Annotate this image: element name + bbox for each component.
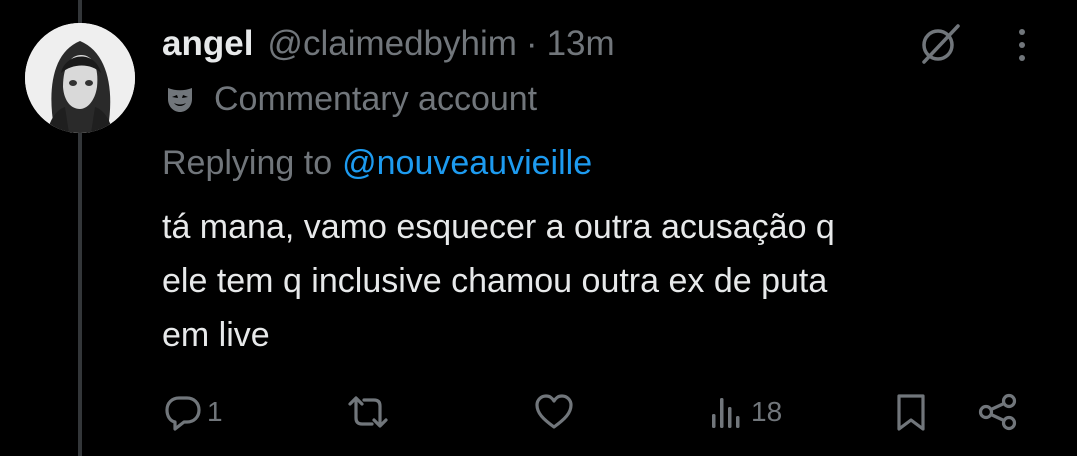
share-icon: [978, 393, 1017, 431]
retweet-button[interactable]: [344, 385, 396, 439]
replying-to: Replying to @nouveauvieille: [162, 140, 592, 186]
tweet-text-line: tá mana, vamo esquecer a outra acusação …: [162, 208, 835, 246]
like-icon: [535, 394, 573, 429]
more-icon[interactable]: [1005, 22, 1039, 66]
author-handle[interactable]: @claimedbyhim: [267, 24, 517, 64]
account-label-text: Commentary account: [214, 79, 538, 118]
tweet-text-line: em live: [162, 316, 270, 354]
replying-prefix: Replying to: [162, 143, 333, 182]
avatar[interactable]: [25, 23, 135, 133]
bookmark-icon: [897, 394, 925, 431]
views-button[interactable]: 18: [707, 385, 782, 439]
like-button[interactable]: [533, 385, 579, 439]
tweet-text: tá mana, vamo esquecer a outra acusação …: [162, 200, 1042, 362]
replying-mention-link[interactable]: @nouveauvieille: [342, 144, 592, 183]
account-label: Commentary account: [164, 76, 537, 122]
views-icon: [712, 398, 740, 428]
share-button[interactable]: [976, 385, 1020, 439]
retweet-icon: [348, 396, 388, 428]
reply-button[interactable]: 1: [163, 385, 223, 439]
views-count: 18: [751, 396, 783, 427]
action-bar: 1 18: [0, 385, 1077, 439]
reply-count: 1: [207, 396, 223, 427]
reply-icon: [165, 396, 201, 431]
separator-dot: ·: [525, 24, 538, 63]
avatar-image: [25, 23, 135, 133]
tweet-header: angel @claimedbyhim · 13m: [162, 20, 615, 68]
grok-icon[interactable]: [916, 22, 966, 66]
tweet-timestamp[interactable]: 13m: [547, 24, 615, 64]
tweet-text-line: ele tem q inclusive chamou outra ex de p…: [162, 262, 828, 300]
mask-icon: [168, 88, 192, 112]
bookmark-button[interactable]: [893, 385, 929, 439]
author-display-name[interactable]: angel: [162, 24, 253, 64]
